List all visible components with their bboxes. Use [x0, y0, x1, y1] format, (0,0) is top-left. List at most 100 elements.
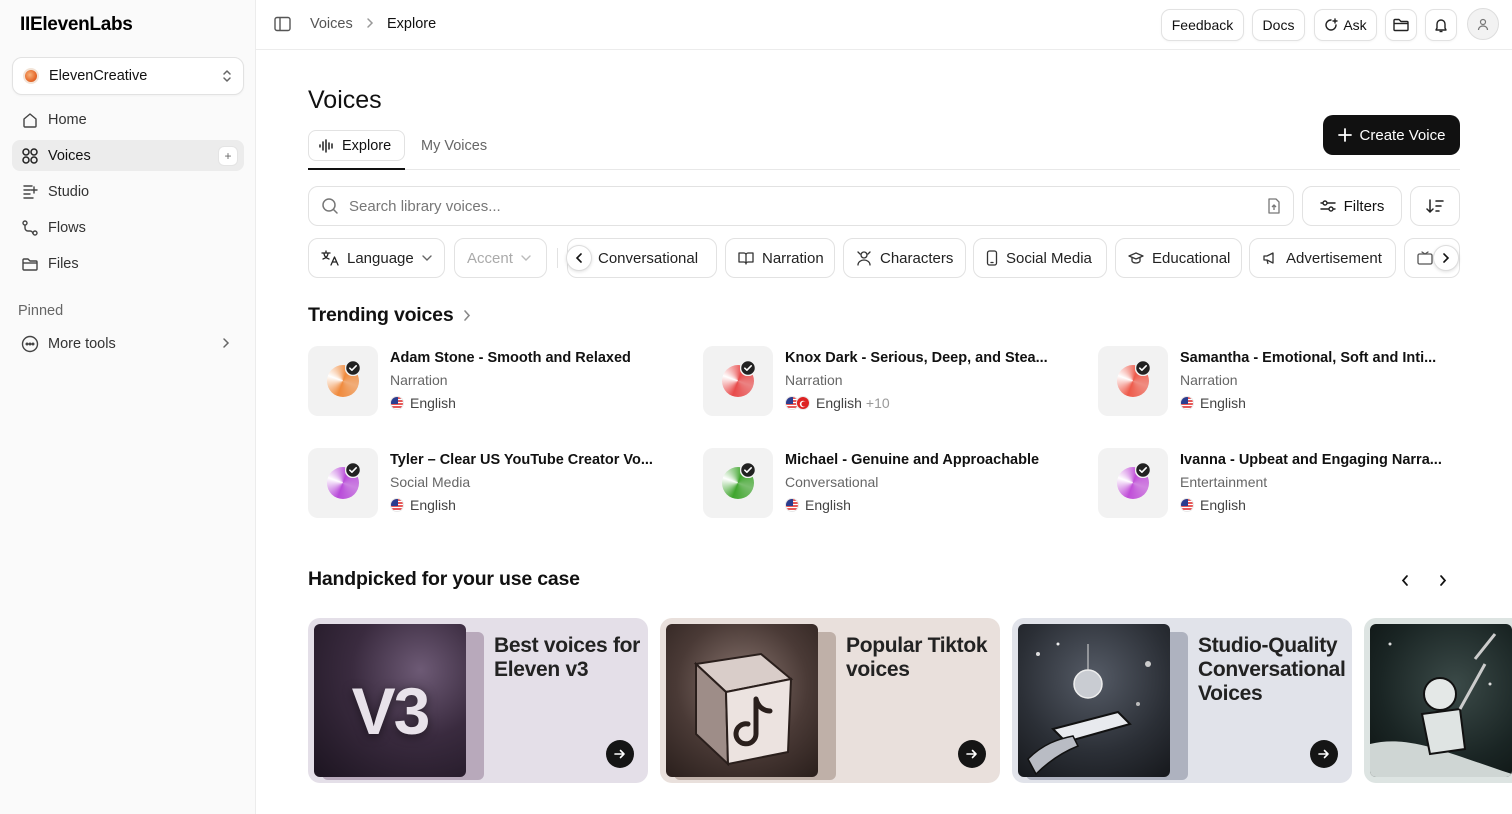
create-voice-button[interactable]: Create Voice	[1323, 115, 1460, 155]
card-go-button[interactable]	[1310, 740, 1338, 768]
arrow-right-icon	[1318, 749, 1330, 759]
verified-badge-icon	[345, 360, 361, 376]
sidebar-item-voices[interactable]: Voices +	[12, 140, 244, 171]
user-avatar[interactable]	[1467, 8, 1499, 40]
flows-icon	[20, 218, 40, 238]
phone-icon	[986, 250, 998, 266]
feedback-button[interactable]: Feedback	[1161, 9, 1244, 41]
sidebar-item-home[interactable]: Home	[12, 104, 244, 135]
chips-scroll-left-button[interactable]	[566, 245, 592, 271]
search-bar	[308, 186, 1294, 226]
workspace-avatar	[23, 68, 39, 84]
filters-button[interactable]: Filters	[1302, 186, 1402, 226]
language-filter-chip[interactable]: Language	[308, 238, 445, 278]
us-flag-icon	[390, 396, 404, 410]
voice-card[interactable]: Samantha - Emotional, Soft and Inti... N…	[1098, 346, 1458, 418]
social-media-chip[interactable]: Social Media	[973, 238, 1107, 278]
card-go-button[interactable]	[958, 740, 986, 768]
docs-button[interactable]: Docs	[1252, 9, 1305, 41]
workspace-name: ElevenCreative	[49, 68, 148, 84]
voice-card[interactable]: Michael - Genuine and Approachable Conve…	[703, 448, 1063, 520]
voice-card[interactable]: Adam Stone - Smooth and Relaxed Narratio…	[308, 346, 668, 418]
us-flag-icon	[1180, 498, 1194, 512]
astronaut-graphic	[1370, 633, 1512, 777]
accent-filter-chip[interactable]: Accent	[454, 238, 547, 278]
advertisement-chip[interactable]: Advertisement	[1249, 238, 1396, 278]
voice-avatar[interactable]	[1098, 346, 1168, 416]
add-voice-button[interactable]: +	[218, 146, 238, 166]
search-input[interactable]	[349, 197, 1259, 215]
breadcrumb-voices[interactable]: Voices	[310, 16, 353, 32]
chevron-up-down-icon	[221, 69, 233, 83]
characters-chip[interactable]: Characters	[843, 238, 966, 278]
card-title: Best voices for Eleven v3	[494, 634, 641, 681]
plus-icon	[1337, 128, 1352, 142]
voice-card[interactable]: Knox Dark - Serious, Deep, and Stea... N…	[703, 346, 1063, 418]
usecase-card-tiktok[interactable]: Popular Tiktok voices	[660, 618, 1000, 783]
voice-language: English	[390, 497, 456, 513]
sidebar-item-flows[interactable]: Flows	[12, 212, 244, 243]
v3-artwork-image: V3	[314, 624, 466, 777]
voice-name[interactable]: Tyler – Clear US YouTube Creator Vo...	[390, 452, 653, 468]
handpicked-next-button[interactable]	[1433, 570, 1453, 590]
trending-voices-heading[interactable]: Trending voices	[308, 304, 471, 327]
voice-avatar[interactable]	[308, 448, 378, 518]
arrow-right-icon	[614, 749, 626, 759]
voice-name[interactable]: Michael - Genuine and Approachable	[785, 452, 1039, 468]
voice-card[interactable]: Ivanna - Upbeat and Engaging Narra... En…	[1098, 448, 1458, 520]
sidebar-item-label: Files	[48, 255, 79, 272]
narration-chip[interactable]: Narration	[725, 238, 835, 278]
chevron-right-icon	[463, 309, 471, 322]
tab-explore[interactable]: Explore	[308, 130, 405, 161]
voice-name[interactable]: Knox Dark - Serious, Deep, and Stea...	[785, 350, 1048, 366]
sidebar-nav: Home Voices + Studio Flows Files	[12, 104, 244, 284]
sidebar-item-studio[interactable]: Studio	[12, 176, 244, 207]
upload-file-icon[interactable]	[1267, 198, 1281, 214]
voice-category: Entertainment	[1180, 474, 1268, 490]
folder-icon	[20, 254, 40, 274]
sort-button[interactable]	[1410, 186, 1460, 226]
more-tools-item[interactable]: More tools	[12, 329, 244, 359]
voice-name[interactable]: Ivanna - Upbeat and Engaging Narra...	[1180, 452, 1442, 468]
card-go-button[interactable]	[606, 740, 634, 768]
voice-language: English +10	[785, 395, 890, 411]
voice-language: English	[1180, 497, 1246, 513]
chevron-right-icon	[1442, 252, 1450, 264]
voice-avatar[interactable]	[1098, 448, 1168, 518]
voice-avatar[interactable]	[308, 346, 378, 416]
files-button[interactable]	[1385, 9, 1417, 41]
tiktok-cube-graphic	[693, 652, 794, 767]
tr-flag-icon	[796, 396, 810, 410]
sort-icon	[1426, 198, 1444, 214]
elevenlabs-logo[interactable]: IIElevenLabs	[20, 14, 133, 36]
tab-my-voices[interactable]: My Voices	[421, 130, 487, 161]
chip-label: Social Media	[1006, 249, 1092, 267]
translate-icon	[321, 250, 339, 266]
voice-avatar[interactable]	[703, 448, 773, 518]
voice-language-label: English	[410, 395, 456, 411]
educational-chip[interactable]: Educational	[1115, 238, 1242, 278]
folder-icon	[1393, 18, 1409, 32]
voice-name[interactable]: Adam Stone - Smooth and Relaxed	[390, 350, 631, 366]
bell-icon	[1434, 18, 1448, 33]
voice-name[interactable]: Samantha - Emotional, Soft and Inti...	[1180, 350, 1436, 366]
megaphone-icon	[1262, 251, 1278, 265]
workspace-switcher[interactable]: ElevenCreative	[12, 57, 244, 95]
characters-icon	[856, 250, 872, 266]
sidebar-toggle-icon[interactable]	[274, 16, 291, 32]
notifications-button[interactable]	[1425, 9, 1457, 41]
handpicked-prev-button[interactable]	[1395, 570, 1415, 590]
ask-button[interactable]: Ask	[1314, 9, 1377, 41]
voice-category: Narration	[1180, 372, 1238, 388]
chips-scroll-right-button[interactable]	[1433, 245, 1459, 271]
verified-badge-icon	[740, 360, 756, 376]
voice-language-label: English	[1200, 497, 1246, 513]
usecase-card-v3[interactable]: V3 Best voices for Eleven v3	[308, 618, 648, 783]
sidebar-item-label: Flows	[48, 219, 86, 236]
voice-card[interactable]: Tyler – Clear US YouTube Creator Vo... S…	[308, 448, 668, 520]
usecase-card-space[interactable]	[1364, 618, 1512, 783]
sidebar-item-files[interactable]: Files	[12, 248, 244, 279]
chip-label: Advertisement	[1286, 249, 1382, 267]
voice-avatar[interactable]	[703, 346, 773, 416]
usecase-card-conversational[interactable]: Studio-Quality Conversational Voices	[1012, 618, 1352, 783]
